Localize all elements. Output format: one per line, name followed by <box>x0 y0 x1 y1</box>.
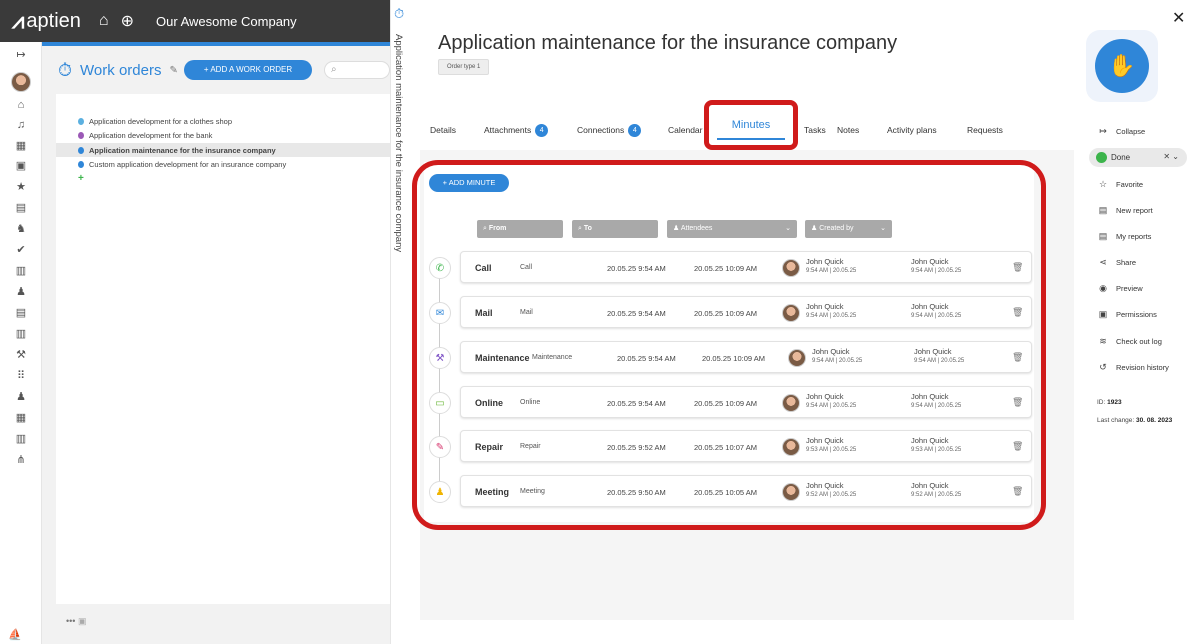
stopwatch-icon: ⏱ <box>58 60 73 80</box>
record-id: ID: 1923 <box>1097 399 1122 406</box>
key-icon: ▣ <box>1098 309 1108 319</box>
log-icon: ≋ <box>1099 336 1107 346</box>
section-header: ⏱ Work orders ✎ <box>58 60 178 81</box>
expand-icon[interactable]: ↦ <box>0 48 42 61</box>
box-icon[interactable]: ▦ <box>0 411 42 424</box>
tab-requests[interactable]: Requests <box>967 118 1003 142</box>
reports-icon: ▤ <box>1098 231 1108 241</box>
library-icon[interactable]: ▥ <box>0 432 42 445</box>
report-icon: ▤ <box>1098 205 1108 215</box>
history-icon: ↺ <box>1099 362 1107 372</box>
books-icon[interactable]: ▥ <box>0 327 42 340</box>
pencil-icon[interactable]: ✎ <box>169 65 177 76</box>
team-icon[interactable]: ♟ <box>0 390 42 403</box>
check-out-log-button[interactable]: ≋ Check out log <box>1098 336 1162 347</box>
org-chart-icon[interactable]: ⋔ <box>0 453 42 466</box>
aptien-logo[interactable]: ⩘ aptien <box>12 8 81 34</box>
clear-chevron-icon: ✕ ⌄ <box>1163 152 1179 161</box>
preview-button[interactable]: ◉ Preview <box>1098 283 1143 294</box>
favorite-button[interactable]: ☆ Favorite <box>1098 179 1143 190</box>
work-order-logo: ✋ <box>1086 30 1158 102</box>
permissions-button[interactable]: ▣ Permissions <box>1098 309 1157 320</box>
list-item-selected[interactable]: Application maintenance for the insuranc… <box>56 143 390 157</box>
my-reports-button[interactable]: ▤ My reports <box>1098 231 1152 242</box>
stopwatch-icon: ⏱ <box>394 6 405 21</box>
add-work-order-button[interactable]: + ADD A WORK ORDER <box>184 60 312 80</box>
work-order-list <box>56 94 390 604</box>
tab-notes[interactable]: Notes <box>837 118 859 142</box>
tab-tasks[interactable]: Tasks <box>804 118 826 142</box>
list-item[interactable]: Application development for the bank <box>78 131 212 140</box>
hands-icon: ✋ <box>1095 39 1149 93</box>
vertical-title: Application maintenance for the insuranc… <box>393 34 404 253</box>
star-nav-icon[interactable]: ★ <box>0 180 42 193</box>
drop-icon <box>78 161 84 168</box>
document-icon[interactable]: ▤ <box>0 201 42 214</box>
revision-history-button[interactable]: ↺ Revision history <box>1098 362 1169 373</box>
clipboard-icon[interactable]: ▥ <box>0 264 42 277</box>
company-name[interactable]: Our Awesome Company <box>156 14 297 29</box>
drop-icon <box>78 118 84 125</box>
highlight-frame <box>412 160 1046 530</box>
bottom-logo-icon: ⛵ <box>8 629 22 641</box>
more-options[interactable]: ••• ▣ <box>66 616 86 627</box>
star-icon: ☆ <box>1098 179 1108 189</box>
grid-icon[interactable]: ⠿ <box>0 369 42 382</box>
share-icon: ⋖ <box>1099 257 1107 267</box>
collapse-button[interactable]: ↦ Collapse <box>1098 126 1145 137</box>
list-item[interactable]: Custom application development for an in… <box>78 160 286 169</box>
person-icon[interactable]: ♟ <box>0 285 42 298</box>
search-icon: ⌕ <box>331 64 337 75</box>
tasks-icon[interactable]: ▣ <box>0 159 42 172</box>
tab-calendar[interactable]: Calendar <box>668 118 703 142</box>
section-title: Work orders <box>80 62 162 79</box>
tools-icon[interactable]: ⚒ <box>0 348 42 361</box>
home-nav-icon[interactable]: ⌂ <box>0 99 42 111</box>
top-bar: ⩘ aptien ⌂ ⊕ Our Awesome Company <box>0 0 390 42</box>
left-navigation: ↦ ⌂ ♫ ▦ ▣ ★ ▤ ♞ ✔ ▥ ♟ ▤ ▥ ⚒ ⠿ ♟ ▦ ▥ ⋔ <box>0 42 42 644</box>
calendar-icon[interactable]: ▦ <box>0 139 42 152</box>
drop-icon <box>78 146 84 154</box>
check-icon[interactable]: ✔ <box>0 243 42 256</box>
search-input[interactable]: ⌕ <box>324 61 390 79</box>
tab-connections[interactable]: Connections 4 <box>577 118 642 142</box>
collapse-icon: ↦ <box>1099 126 1107 136</box>
vertical-title-strip: ⏱ Application maintenance for the insura… <box>390 0 410 644</box>
attachment-icon: ▣ <box>77 616 87 626</box>
bell-icon[interactable]: ♫ <box>0 119 42 131</box>
add-circle-icon[interactable]: ⊕ <box>121 11 134 31</box>
dog-icon[interactable]: ♞ <box>0 222 42 235</box>
add-item-icon[interactable]: + <box>78 173 84 184</box>
user-avatar[interactable] <box>0 72 42 95</box>
list-icon[interactable]: ▤ <box>0 306 42 319</box>
order-type-badge: Order type 1 <box>438 59 490 75</box>
last-change: Last change: 30. 08. 2023 <box>1097 417 1173 424</box>
list-item[interactable]: Application development for a clothes sh… <box>78 117 232 126</box>
drop-icon <box>78 132 84 139</box>
tab-attachments[interactable]: Attachments 4 <box>484 118 549 142</box>
share-button[interactable]: ⋖ Share <box>1098 257 1136 268</box>
eye-icon: ◉ <box>1099 283 1107 293</box>
home-icon[interactable]: ⌂ <box>99 12 109 30</box>
status-dot-icon <box>1096 152 1107 163</box>
close-icon[interactable]: ✕ <box>1172 8 1185 28</box>
new-report-button[interactable]: ▤ New report <box>1098 205 1153 216</box>
status-select[interactable]: Done ✕ ⌄ <box>1089 148 1187 167</box>
tab-details[interactable]: Details <box>430 118 456 142</box>
page-title: Application maintenance for the insuranc… <box>438 32 898 54</box>
tab-minutes[interactable]: Minutes <box>704 100 798 150</box>
tab-activity-plans[interactable]: Activity plans <box>887 118 937 142</box>
